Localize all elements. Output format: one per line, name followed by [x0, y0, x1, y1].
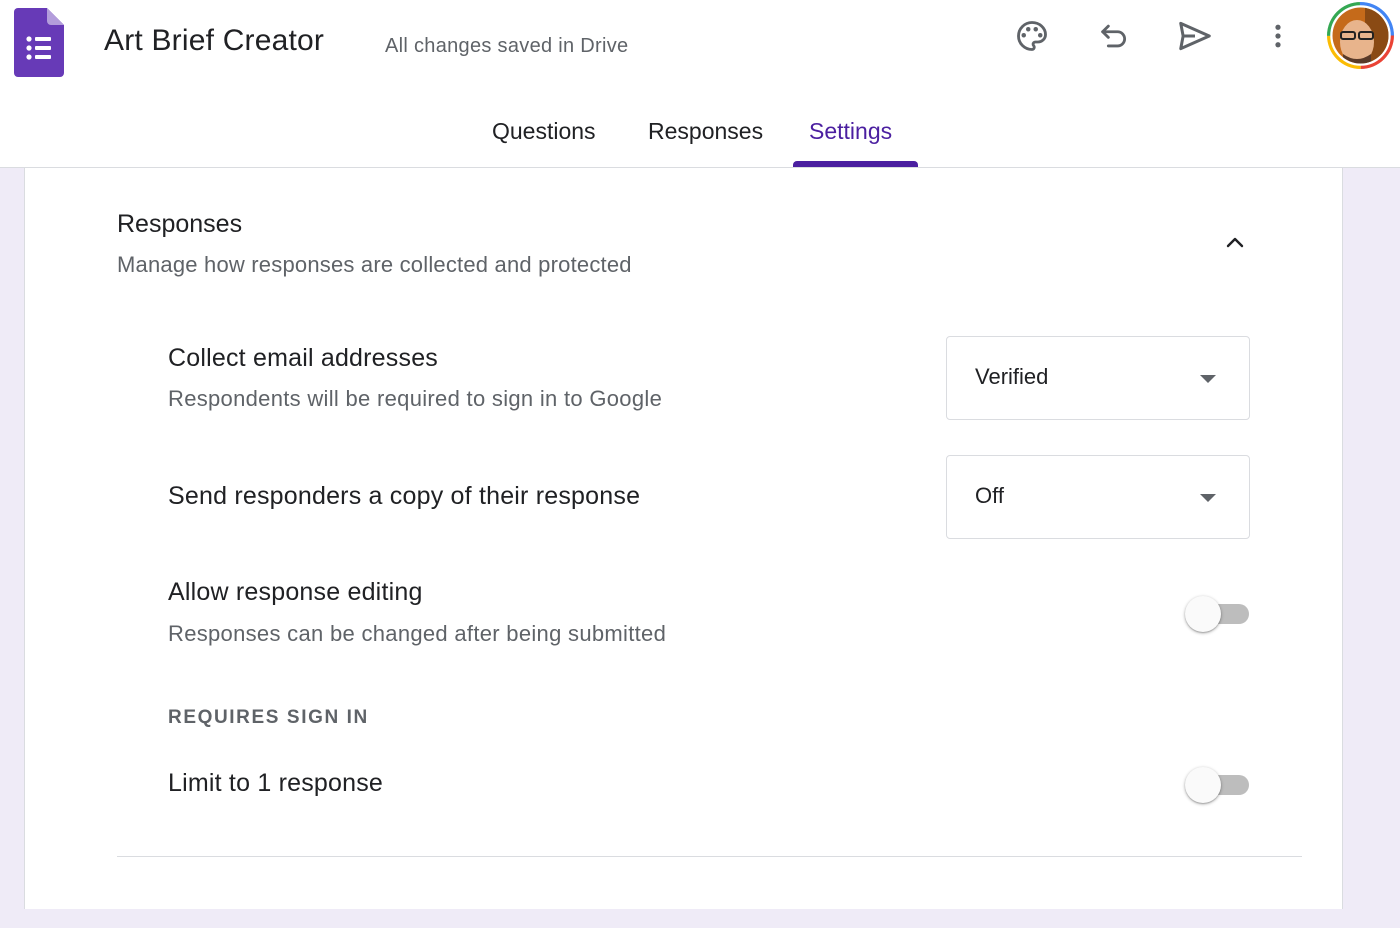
tab-bar: Questions Responses Settings [0, 110, 1400, 168]
dropdown-arrow-icon [1200, 494, 1216, 502]
settings-card: Responses Manage how responses are colle… [24, 168, 1343, 909]
dropdown-arrow-icon [1200, 375, 1216, 383]
send-copy-dropdown[interactable]: Off [946, 455, 1250, 539]
section-subtitle: Manage how responses are collected and p… [117, 252, 632, 277]
send-icon[interactable] [1173, 14, 1217, 58]
toggle-thumb [1185, 767, 1221, 803]
divider [117, 856, 1302, 857]
chevron-up-icon[interactable] [1215, 223, 1255, 263]
allow-editing-subtitle: Responses can be changed after being sub… [168, 621, 667, 646]
collect-email-dropdown[interactable]: Verified [946, 336, 1250, 420]
save-status: All changes saved in Drive [385, 35, 629, 57]
tab-settings[interactable]: Settings [809, 118, 892, 145]
allow-editing-toggle[interactable] [1185, 596, 1251, 632]
section-title: Responses [117, 210, 243, 238]
limit-one-toggle[interactable] [1185, 767, 1251, 803]
collect-email-value: Verified [975, 364, 1049, 389]
limit-one-title: Limit to 1 response [168, 769, 384, 797]
requires-sign-in-label: REQUIRES SIGN IN [168, 707, 369, 728]
google-forms-logo[interactable] [14, 8, 64, 77]
send-copy-value: Off [975, 483, 1004, 508]
toggle-thumb [1185, 596, 1221, 632]
send-copy-title: Send responders a copy of their response [168, 482, 641, 510]
undo-icon[interactable] [1092, 14, 1136, 58]
tab-questions[interactable]: Questions [492, 118, 596, 145]
tab-responses[interactable]: Responses [648, 118, 763, 145]
top-bar: Art Brief Creator All changes saved in D… [0, 0, 1400, 168]
account-avatar[interactable] [1327, 2, 1394, 69]
more-vert-icon[interactable] [1256, 14, 1300, 58]
app-title[interactable]: Art Brief Creator [104, 24, 324, 58]
active-tab-indicator [793, 161, 918, 167]
palette-icon[interactable] [1010, 14, 1054, 58]
collect-email-title: Collect email addresses [168, 344, 438, 372]
collect-email-subtitle: Respondents will be required to sign in … [168, 386, 663, 411]
allow-editing-title: Allow response editing [168, 578, 423, 606]
